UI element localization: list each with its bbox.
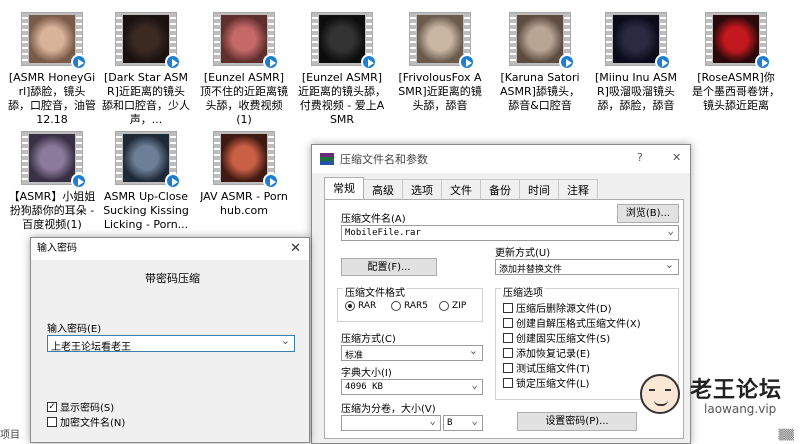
video-thumbnail — [409, 12, 475, 70]
file-item[interactable]: [RoseASMR]你是个墨西哥卷饼，镜头舔近距离 — [692, 12, 780, 113]
archive-name-label: 压缩文件名(A) — [341, 214, 406, 225]
play-icon — [165, 54, 181, 70]
format-zip-radio[interactable]: ZIP — [439, 301, 466, 311]
play-icon — [459, 54, 475, 70]
file-name: JAV ASMR - Pornhub.com — [200, 190, 288, 217]
option-checkbox[interactable]: 添加恢复记录(E) — [503, 345, 590, 360]
option-checkbox[interactable]: 测试压缩文件(T) — [503, 360, 590, 375]
archive-dialog: 压缩文件名和参数 ? ✕ 常规 高级 选项 文件 备份 时间 注释 压缩文件名(A) 浏览(… — [311, 144, 691, 444]
format-label: 压缩文件格式 — [343, 284, 407, 299]
option-checkbox[interactable]: 压缩后删除源文件(D) — [503, 300, 612, 315]
set-password-button[interactable]: 设置密码(P)... — [517, 412, 637, 431]
dict-size-select[interactable]: 4096 KB — [341, 379, 483, 395]
video-thumbnail — [213, 131, 279, 189]
video-thumbnail — [115, 12, 181, 70]
play-icon — [263, 173, 279, 189]
file-item[interactable]: 【ASMR】小姐姐扮狗舔你的耳朵 - 百度视频(1) — [8, 131, 96, 232]
show-password-checkbox[interactable]: ✓ 显示密码(S) — [47, 399, 114, 414]
split-unit-select[interactable]: B — [443, 415, 483, 431]
method-label: 压缩方式(C) — [341, 334, 396, 345]
archive-dialog-title: 压缩文件名和参数 — [340, 153, 428, 166]
play-icon — [71, 54, 87, 70]
file-name: 【ASMR】小姐姐扮狗舔你的耳朵 - 百度视频(1) — [8, 190, 96, 231]
file-item[interactable]: [Miinu Inu ASMR]吸溜吸溜镜头舔，舔脸，舔音 — [592, 12, 680, 113]
format-rar5-radio[interactable]: RAR5 — [391, 301, 428, 311]
video-thumbnail — [509, 12, 575, 70]
file-item[interactable]: [Dark Star ASMR]近距离的镜头舔和口腔音，少人声，... — [102, 12, 190, 127]
archive-name-input[interactable]: MobileFile.rar — [341, 225, 679, 241]
option-checkbox[interactable]: 锁定压缩文件(L) — [503, 375, 589, 390]
help-button[interactable]: ? — [637, 151, 643, 164]
file-name: [Miinu Inu ASMR]吸溜吸溜镜头舔，舔脸，舔音 — [594, 71, 678, 112]
file-name: [RoseASMR]你是个墨西哥卷饼，镜头舔近距离 — [692, 71, 780, 112]
file-name: [Eunzel ASMR]顶不住的近距离镜头舔，收费视频(1) — [200, 71, 288, 126]
password-dialog-title: 输入密码 — [37, 243, 77, 254]
password-dialog: 输入密码 ✕ 带密码压缩 输入密码(E) 上老王论坛看老王 ✓显示密码(S) 加… — [30, 237, 310, 443]
password-input[interactable]: 上老王论坛看老王 — [47, 335, 295, 352]
archive-dialog-titlebar[interactable]: 压缩文件名和参数 ? ✕ — [312, 145, 690, 173]
view-toggle-icon[interactable]: ▒▒ — [779, 430, 794, 441]
update-mode-label: 更新方式(U) — [495, 248, 551, 259]
password-heading: 带密码压缩 — [145, 272, 200, 285]
file-name: [FrivolousFox ASMR]近距离的镜头舔，舔音 — [398, 71, 482, 112]
video-thumbnail — [605, 12, 671, 70]
watermark-url: laowang.vip — [704, 402, 777, 416]
play-icon — [263, 54, 279, 70]
play-icon — [559, 54, 575, 70]
profile-button[interactable]: 配置(F)... — [341, 258, 437, 276]
file-name: [ASMR HoneyGirl]舔脸，镜头舔，口腔音，油管12.18 — [8, 71, 96, 126]
format-rar-radio[interactable]: RAR — [345, 301, 376, 311]
file-item[interactable]: [Eunzel ASMR]顶不住的近距离镜头舔，收费视频(1) — [200, 12, 288, 127]
old-man-logo-icon — [640, 374, 680, 414]
file-item[interactable]: JAV ASMR - Pornhub.com — [200, 131, 288, 218]
video-thumbnail — [705, 12, 771, 70]
status-item-count: 项目 — [0, 430, 20, 441]
file-item[interactable]: [ASMR HoneyGirl]舔脸，镜头舔，口腔音，油管12.18 — [8, 12, 96, 127]
general-panel: 压缩文件名(A) 浏览(B)... MobileFile.rar 更新方式(U)… — [324, 199, 684, 439]
browse-button[interactable]: 浏览(B)... — [617, 204, 679, 223]
play-icon — [165, 173, 181, 189]
encrypt-names-checkbox[interactable]: 加密文件名(N) — [47, 414, 125, 429]
method-select[interactable]: 标准 — [341, 345, 483, 361]
play-icon — [71, 173, 87, 189]
play-icon — [361, 54, 377, 70]
watermark-title: 老王论坛 — [690, 378, 783, 403]
file-item[interactable]: ASMR Up-Close Sucking Kissing Licking - … — [102, 131, 190, 232]
video-thumbnail — [311, 12, 377, 70]
video-thumbnail — [21, 12, 87, 70]
winrar-icon — [320, 153, 334, 165]
play-icon — [755, 54, 771, 70]
watermark: 老王论坛 laowang.vip — [640, 370, 800, 420]
file-name: ASMR Up-Close Sucking Kissing Licking - … — [103, 190, 189, 231]
file-name: [Karuna Satori ASMR]舔镜头，舔音&口腔音 — [500, 71, 580, 112]
file-name: [Dark Star ASMR]近距离的镜头舔和口腔音，少人声，... — [102, 71, 190, 126]
split-label: 压缩为分卷，大小(V) — [341, 404, 436, 415]
video-thumbnail — [213, 12, 279, 70]
video-thumbnail — [115, 131, 181, 189]
enter-password-label: 输入密码(E) — [47, 324, 102, 335]
update-mode-select[interactable]: 添加并替换文件 — [495, 259, 679, 275]
close-button[interactable]: ✕ — [672, 151, 681, 164]
file-name: [Eunzel ASMR]近距离的镜头舔，付费视频 - 爱上ASMR — [298, 71, 386, 126]
video-thumbnail — [21, 131, 87, 189]
split-size-input[interactable] — [341, 415, 441, 431]
option-checkbox[interactable]: 创建自解压格式压缩文件(X) — [503, 315, 641, 330]
play-icon — [655, 54, 671, 70]
options-label: 压缩选项 — [501, 284, 545, 299]
file-item[interactable]: [FrivolousFox ASMR]近距离的镜头舔，舔音 — [396, 12, 484, 113]
tab-0[interactable]: 常规 — [324, 177, 364, 200]
password-close-button[interactable]: ✕ — [290, 238, 301, 260]
file-item[interactable]: [Karuna Satori ASMR]舔镜头，舔音&口腔音 — [496, 12, 584, 113]
password-dialog-titlebar[interactable]: 输入密码 ✕ — [31, 238, 309, 260]
dict-size-label: 字典大小(I) — [341, 368, 392, 379]
file-item[interactable]: [Eunzel ASMR]近距离的镜头舔，付费视频 - 爱上ASMR — [298, 12, 386, 127]
option-checkbox[interactable]: 创建固实压缩文件(S) — [503, 330, 610, 345]
